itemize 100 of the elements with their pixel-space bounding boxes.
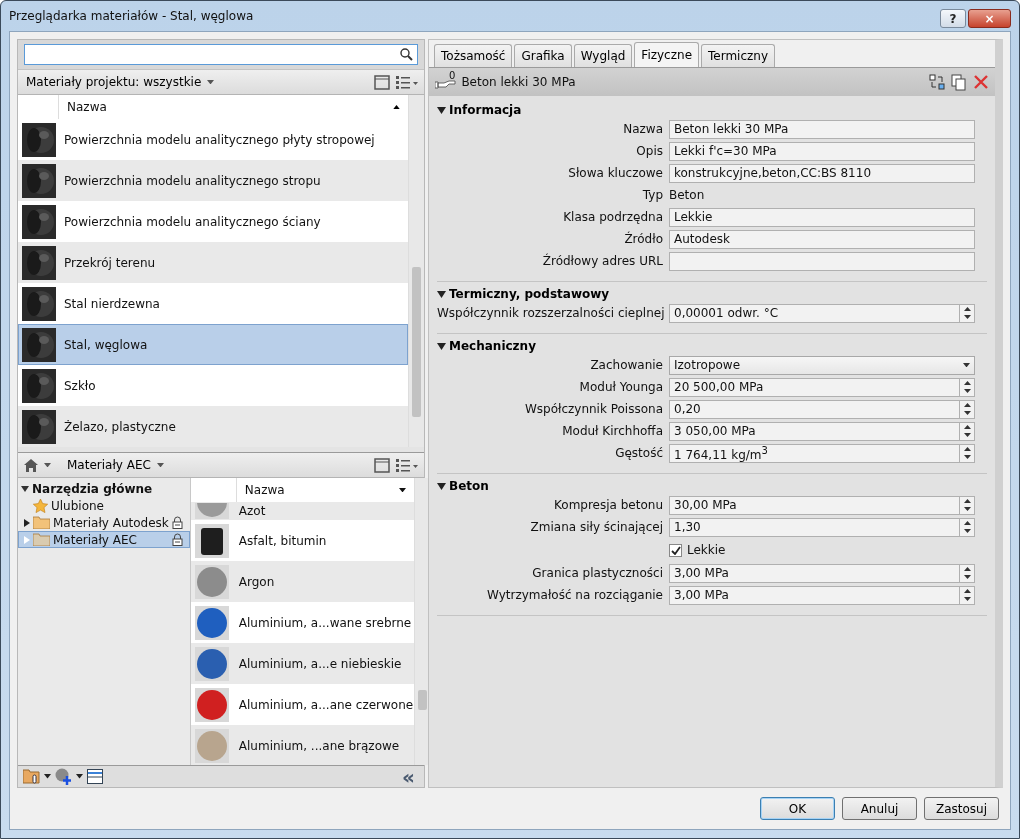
section-title: Mechaniczny [449, 339, 536, 353]
text-field[interactable]: Beton lekki 30 MPa [669, 119, 975, 139]
tree-item[interactable]: Ulubione [18, 497, 190, 514]
scrollbar[interactable] [408, 95, 424, 447]
spinner-icon[interactable] [960, 443, 975, 463]
spinner-icon[interactable] [960, 399, 975, 419]
material-row[interactable]: Azot [190, 502, 415, 520]
tree-item[interactable]: Materiały Autodesk [18, 514, 190, 531]
tab[interactable]: Wygląd [573, 44, 633, 67]
panel-view-icon[interactable] [374, 74, 390, 90]
panel-view-icon[interactable] [374, 457, 390, 473]
number-field[interactable]: 1,30 [669, 517, 960, 537]
expanded-arrow-icon [437, 342, 446, 350]
field-label: Wytrzymałość na rozciąganie [486, 588, 663, 602]
tab[interactable]: Tożsamość [434, 44, 513, 67]
search-field[interactable] [24, 44, 418, 65]
user-count: 0 [449, 70, 456, 81]
spinner-icon[interactable] [960, 517, 975, 537]
list-view-icon[interactable] [396, 75, 418, 89]
section-header[interactable]: Termiczny, podstawowy [437, 286, 610, 302]
help-button[interactable]: ? [940, 9, 966, 28]
replace-icon[interactable] [929, 74, 945, 90]
number-field[interactable]: 30,00 MPa [669, 495, 960, 515]
section-title: Termiczny, podstawowy [449, 287, 610, 301]
tab[interactable]: Termiczny [701, 44, 776, 67]
field-label: Nazwa [622, 122, 663, 136]
section-header[interactable]: Beton [437, 478, 489, 494]
field-label: Słowa kluczowe [567, 166, 663, 180]
checkbox-label: Lekkie [687, 543, 726, 557]
spinner-icon[interactable] [960, 303, 975, 323]
material-thumbnail [22, 204, 56, 239]
material-thumbnail [22, 327, 56, 362]
field-label: Granica plastyczności [531, 566, 663, 580]
field-label: Moduł Younga [578, 380, 663, 394]
dialog-button[interactable]: Zastosuj [924, 797, 999, 820]
spinner-icon[interactable] [960, 377, 975, 397]
checkbox[interactable] [669, 543, 682, 557]
number-field[interactable]: 3,00 MPa [669, 585, 960, 605]
text-field[interactable]: Autodesk [669, 229, 975, 249]
material-row[interactable]: Aluminium, ...ane brązowe [190, 725, 415, 765]
section-title: Beton [449, 479, 489, 493]
collapse-button[interactable]: « [398, 767, 419, 786]
spinner-icon[interactable] [960, 495, 975, 515]
material-row[interactable]: Żelazo, plastyczne [18, 406, 408, 447]
material-row[interactable]: Aluminium, a...e niebieskie [190, 643, 415, 684]
tab[interactable]: Fizyczne [634, 42, 699, 67]
spinner-icon[interactable] [960, 563, 975, 583]
section-header[interactable]: Informacja [437, 102, 522, 118]
field-label: Źródłowy adres URL [541, 254, 663, 268]
material-row[interactable]: Stal, węglowa [18, 324, 408, 365]
search-icon [400, 48, 413, 61]
material-thumbnail [22, 368, 56, 403]
text-field[interactable]: konstrukcyjne,beton,CC:BS 8110 [669, 163, 975, 183]
home-icon[interactable] [24, 458, 38, 472]
text-field[interactable]: Lekki f'c=30 MPa [669, 141, 975, 161]
number-field[interactable]: 0,20 [669, 399, 960, 419]
text-field[interactable]: Lekkie [669, 207, 975, 227]
field-label: Opis [635, 144, 663, 158]
field-label: Zachowanie [589, 358, 663, 372]
delete-icon[interactable] [973, 74, 989, 90]
dialog-button[interactable]: Anuluj [842, 797, 917, 820]
number-field[interactable]: 3 050,00 MPa [669, 421, 960, 441]
field-label: Kompresja betonu [553, 498, 663, 512]
folder-icon [33, 516, 50, 529]
material-thumbnail [22, 286, 56, 321]
folder-wrench-icon[interactable] [23, 769, 40, 784]
text-field[interactable] [669, 251, 975, 271]
number-field[interactable]: 0,00001 odwr. °C [669, 303, 960, 323]
number-field[interactable]: 20 500,00 MPa [669, 377, 960, 397]
field-label: Gęstość [614, 446, 663, 460]
tab[interactable]: Grafika [514, 44, 572, 67]
section-header[interactable]: Mechaniczny [437, 338, 536, 354]
number-field[interactable]: 3,00 MPa [669, 563, 960, 583]
panel-layout-icon[interactable] [87, 769, 103, 784]
material-thumbnail [22, 122, 56, 157]
sort-icon [393, 105, 400, 109]
asset-name: Beton lekki 30 MPa [461, 75, 576, 89]
copy-icon[interactable] [951, 73, 967, 91]
material-thumbnail [22, 409, 56, 444]
add-sphere-icon[interactable] [55, 768, 72, 785]
dialog-button[interactable]: OK [760, 797, 835, 820]
tree-item[interactable]: Narzędzia główne [18, 480, 190, 497]
field-label: Współczynnik rozszerzalności cieplnej [437, 306, 663, 320]
dropdown[interactable]: Izotropowe [669, 355, 975, 375]
list-view-icon[interactable] [396, 458, 418, 472]
tree-item[interactable]: Materiały AEC [18, 531, 190, 548]
number-field[interactable]: 1 764,11 kg/m$^{3}$ [669, 443, 960, 463]
material-row[interactable]: Argon [190, 561, 415, 602]
section-title: Informacja [449, 103, 522, 117]
spinner-icon[interactable] [960, 421, 975, 441]
caret-icon [44, 462, 51, 468]
field-label: Typ [641, 188, 663, 202]
caret-icon [963, 362, 970, 368]
material-row[interactable]: Przekrój terenu [18, 242, 408, 283]
folder-icon [33, 533, 50, 546]
expanded-arrow-icon[interactable] [21, 485, 29, 492]
material-row[interactable]: Powierzchnia modelu analitycznego stropu [18, 160, 408, 201]
spinner-icon[interactable] [960, 585, 975, 605]
caret-icon [156, 462, 164, 468]
field-value: Beton [669, 188, 706, 202]
